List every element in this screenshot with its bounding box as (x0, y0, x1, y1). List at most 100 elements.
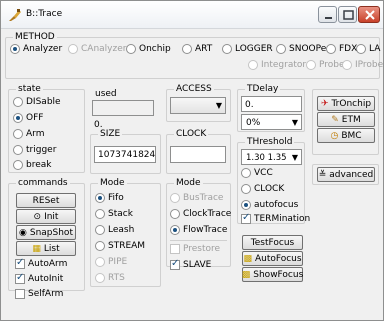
radio-dot-icon (170, 225, 180, 235)
radio-dot-icon (248, 60, 258, 70)
state-arm-radio[interactable]: Arm (13, 128, 44, 140)
radio-dot-icon (356, 44, 366, 54)
method-probe-radio[interactable]: Probe (306, 59, 345, 71)
state-trigger-radio[interactable]: trigger (13, 144, 56, 156)
mode-bustrace-radio[interactable]: BusTrace (170, 192, 223, 204)
tdelay-input[interactable]: 0. (241, 96, 302, 112)
dropdown-arrow-icon: ▼ (291, 153, 298, 162)
trace-onchip-icon: ✈ (320, 98, 329, 109)
clock-input[interactable] (170, 146, 226, 163)
checkbox-icon (15, 289, 25, 299)
threshold-autofocus-radio[interactable]: autofocus (241, 199, 298, 211)
maximize-button[interactable] (338, 6, 357, 23)
double-chevron-down-icon: ≚ (318, 169, 327, 180)
method-art-radio[interactable]: ART (182, 43, 212, 55)
method-onchip-radio[interactable]: Onchip (126, 43, 171, 55)
advanced-button[interactable]: ≚ advanced (317, 167, 375, 182)
method-integrator-radio[interactable]: Integrator (248, 59, 306, 71)
trace-mode-label: Mode (174, 178, 203, 188)
radio-dot-icon (276, 44, 286, 54)
used-progress (92, 100, 154, 116)
trace-window: B::Trace METHOD Analyzer CAnalyzer Onchi… (0, 0, 384, 321)
size-label: SIZE (98, 129, 123, 139)
dropdown-arrow-icon: ▼ (215, 101, 222, 110)
method-fdx-radio[interactable]: FDX (326, 43, 357, 55)
init-button[interactable]: ⊙ Init (16, 209, 76, 224)
radio-dot-icon (13, 97, 23, 107)
etm-button[interactable]: ✎ ETM (317, 112, 375, 127)
snapshot-button[interactable]: ◉ SnapShot (16, 225, 76, 240)
mode-flowtrace-radio[interactable]: FlowTrace (170, 224, 227, 236)
radio-dot-icon (306, 60, 316, 70)
list-button[interactable]: ▦ List (16, 241, 76, 256)
state-break-radio[interactable]: break (13, 159, 51, 171)
state-disable-radio[interactable]: DISable (13, 96, 61, 108)
snapshot-icon: ◉ (19, 227, 27, 238)
selfarm-checkbox[interactable]: SelfArm (15, 288, 63, 300)
threshold-select[interactable]: 1.30 1.35 ▼ (241, 149, 302, 165)
threshold-clock-radio[interactable]: CLOCK (241, 183, 284, 195)
termination-checkbox[interactable]: TERMination (241, 212, 310, 225)
divider (170, 240, 227, 241)
threshold-vcc-radio[interactable]: VCC (241, 167, 273, 179)
prestore-checkbox[interactable]: Prestore (170, 243, 220, 255)
title-bar[interactable]: B::Trace (1, 1, 383, 29)
radio-dot-icon (13, 129, 23, 139)
state-off-radio[interactable]: OFF (13, 112, 43, 124)
access-select[interactable]: ▼ (170, 97, 226, 114)
testfocus-button[interactable]: TestFocus (242, 235, 303, 250)
checkbox-icon (15, 257, 25, 269)
radio-dot-icon (241, 184, 251, 194)
mode-stream-radio[interactable]: STREAM (95, 240, 145, 252)
minimize-button[interactable] (318, 6, 337, 23)
checkbox-icon (15, 272, 25, 284)
window-title: B::Trace (26, 9, 63, 19)
checkbox-icon (170, 244, 180, 254)
radio-dot-icon (241, 200, 251, 210)
autoinit-checkbox[interactable]: AutoInit (15, 272, 63, 285)
mode-stack-radio[interactable]: Stack (95, 208, 133, 220)
size-input[interactable]: 1073741824. (94, 146, 156, 163)
autofocus-button[interactable]: ▩ AutoFocus (242, 251, 303, 266)
radio-dot-icon (95, 193, 105, 203)
bmc-clock-icon: ◷ (330, 130, 339, 141)
radio-dot-icon (222, 44, 232, 54)
method-label: METHOD (13, 32, 57, 42)
trace-icon (9, 9, 21, 21)
slave-checkbox[interactable]: SLAVE (170, 258, 211, 271)
mode-clocktrace-radio[interactable]: ClockTrace (170, 208, 231, 220)
mode-fifo-radio[interactable]: Fifo (95, 192, 124, 204)
access-label: ACCESS (174, 84, 214, 94)
radio-dot-icon (95, 209, 105, 219)
tdelay-label: TDelay (245, 84, 281, 94)
mode-rts-radio[interactable]: RTS (95, 272, 125, 284)
close-icon (365, 10, 375, 20)
radio-dot-icon (241, 168, 251, 178)
threshold-label: THreshold (245, 137, 295, 147)
close-button[interactable] (358, 6, 380, 23)
mode-pipe-radio[interactable]: PIPE (95, 256, 127, 268)
radio-dot-icon (95, 273, 105, 283)
radio-dot-icon (13, 145, 23, 155)
bmc-button[interactable]: ◷ BMC (317, 128, 375, 143)
tdelay-percent-select[interactable]: 0% ▼ (241, 114, 302, 130)
method-logger-radio[interactable]: LOGGER (222, 43, 273, 55)
method-canalyzer-radio[interactable]: CAnalyzer (68, 43, 126, 55)
mode-leash-radio[interactable]: Leash (95, 224, 134, 236)
reset-button[interactable]: RESet (16, 193, 76, 208)
radio-dot-icon (68, 44, 78, 54)
used-label: used (95, 89, 117, 99)
radio-dot-icon (95, 257, 105, 267)
minimize-icon (325, 17, 332, 19)
etm-icon: ✎ (331, 114, 339, 125)
method-snooper-radio[interactable]: SNOOPer (276, 43, 330, 55)
method-analyzer-radio[interactable]: Analyzer (10, 43, 62, 55)
radio-dot-icon (326, 44, 336, 54)
list-icon: ▦ (32, 243, 41, 254)
showfocus-button[interactable]: ▩ ShowFocus (242, 267, 303, 282)
tronchip-button[interactable]: ✈ TrOnchip (317, 96, 375, 111)
method-iprobe-radio[interactable]: IProbe (342, 59, 383, 71)
autoarm-checkbox[interactable]: AutoArm (15, 257, 67, 270)
method-la-radio[interactable]: LA (356, 43, 380, 55)
radio-dot-icon (342, 60, 352, 70)
